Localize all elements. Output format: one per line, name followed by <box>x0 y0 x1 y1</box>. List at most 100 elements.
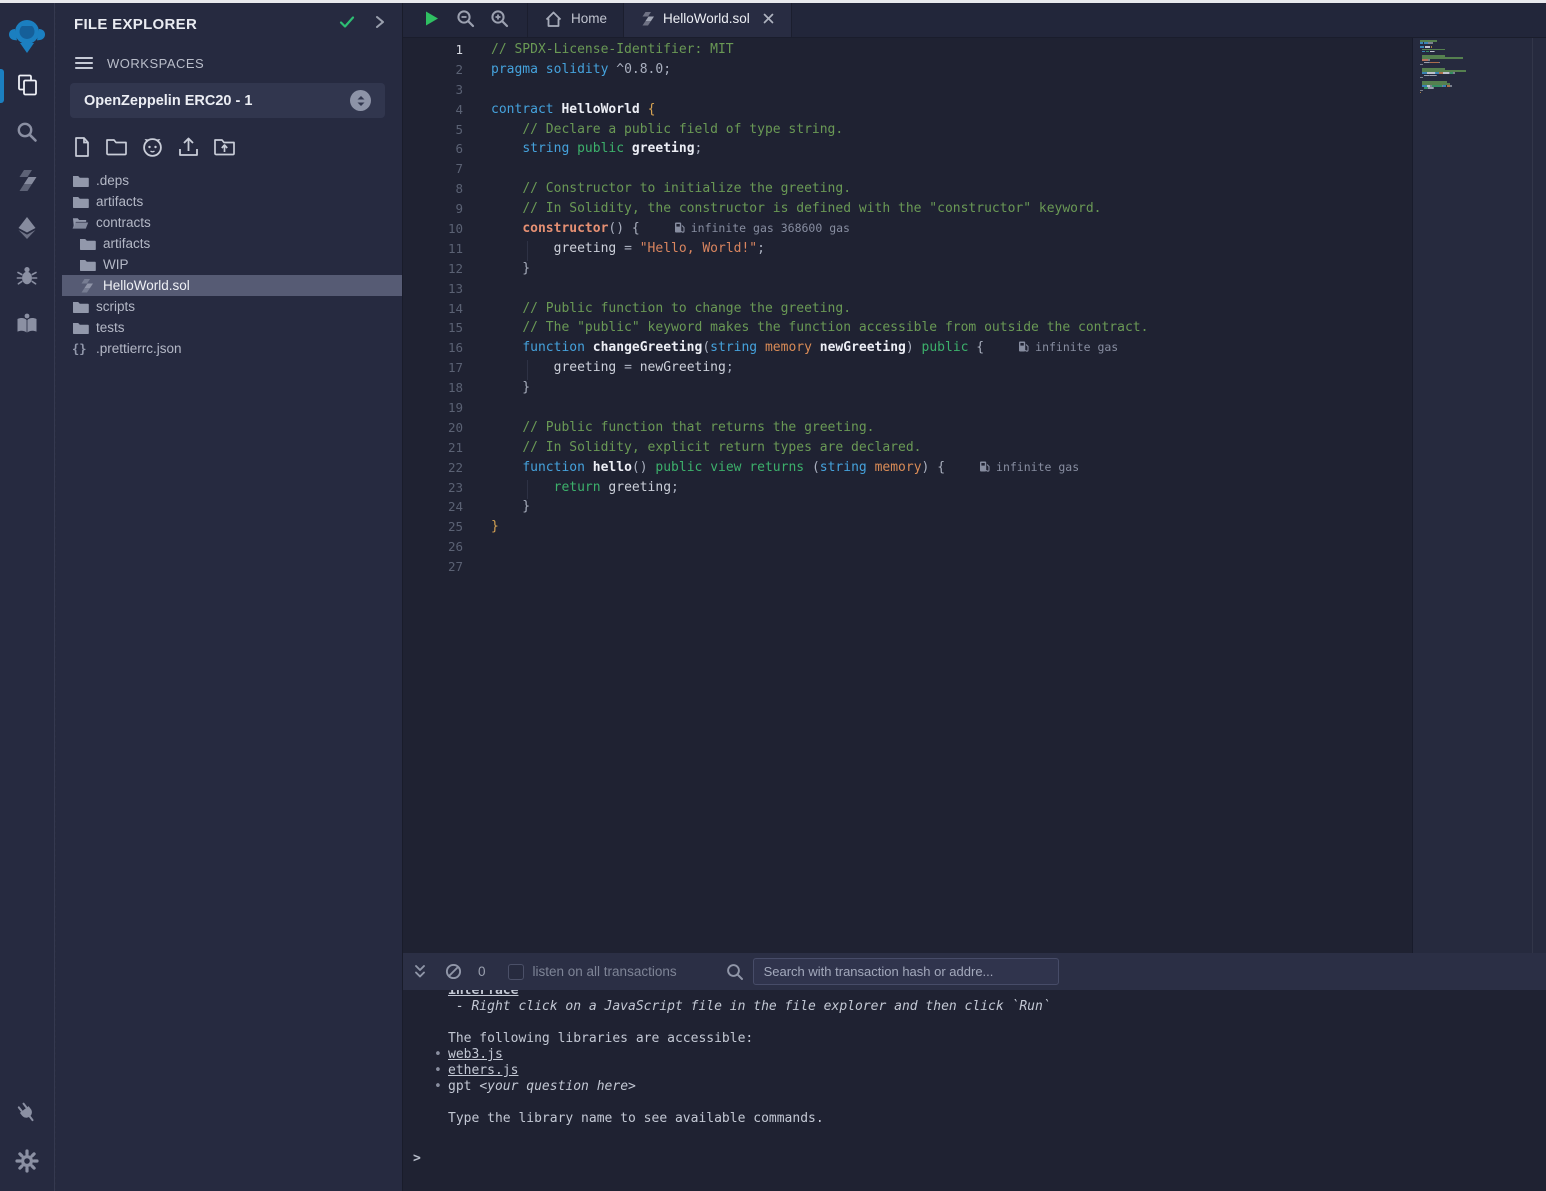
tree-item-label: WIP <box>103 257 129 272</box>
clear-console-icon[interactable] <box>445 963 462 980</box>
code-line-10: 10 constructor() { infinite gas 368600 g… <box>403 221 1412 241</box>
line-number: 7 <box>403 161 463 181</box>
tab-HelloWorld.sol[interactable]: HelloWorld.sol <box>624 0 792 37</box>
workspaces-row: WORKSPACES <box>56 35 402 71</box>
terminal-line-9: Type the library name to see available c… <box>448 1111 1546 1127</box>
transaction-search-input[interactable] <box>753 958 1059 985</box>
line-number: 1 <box>403 42 463 62</box>
activity-bar-item-solidity-compiler[interactable] <box>0 158 54 206</box>
line-number: 6 <box>403 141 463 161</box>
home-icon <box>544 10 563 28</box>
new-file-icon[interactable] <box>72 136 92 158</box>
folder-icon <box>79 258 96 272</box>
remix-ide-window: FILE EXPLORER WORKSPACES OpenZeppelin ER… <box>0 0 1546 1191</box>
line-number: 25 <box>403 519 463 539</box>
editor-body: 1// SPDX-License-Identifier: MIT2pragma … <box>403 38 1546 953</box>
code-line-25: 25} <box>403 519 1412 539</box>
code-editor[interactable]: 1// SPDX-License-Identifier: MIT2pragma … <box>403 38 1412 953</box>
tree-item-.prettierrc.json[interactable]: {}.prettierrc.json <box>62 338 402 359</box>
code-line-27: 27 <box>403 559 1412 579</box>
activity-bar-item-debugger[interactable] <box>0 254 54 302</box>
hamburger-menu-icon[interactable] <box>74 55 94 71</box>
terminal-line-2: - Right click on a JavaScript file in th… <box>448 999 1546 1015</box>
code-line-16: 16 function changeGreeting(string memory… <box>403 340 1412 360</box>
search-icon <box>726 963 744 981</box>
terminal-link[interactable]: ethers.js <box>448 1063 518 1078</box>
folder-icon <box>72 321 89 335</box>
play-button[interactable] <box>422 9 441 28</box>
line-number: 9 <box>403 201 463 221</box>
tree-item-label: scripts <box>96 299 135 314</box>
new-folder-icon[interactable] <box>105 137 128 157</box>
learneth-icon <box>15 312 39 341</box>
workspace-sort-button[interactable] <box>350 90 371 111</box>
line-number: 8 <box>403 181 463 201</box>
tree-item-artifacts[interactable]: artifacts <box>62 191 402 212</box>
tab-label: HelloWorld.sol <box>663 11 750 26</box>
close-tab-icon[interactable] <box>762 12 775 25</box>
fuel-icon <box>1018 340 1035 354</box>
zoom-in-button[interactable] <box>490 9 509 28</box>
workspaces-label: WORKSPACES <box>107 56 204 71</box>
code-line-20: 20 // Public function that returns the g… <box>403 420 1412 440</box>
tab-label: Home <box>571 11 607 26</box>
zoom-out-button[interactable] <box>456 9 475 28</box>
editor-region: Home HelloWorld.sol 1// SPDX-License-Ide… <box>403 0 1546 1191</box>
collapse-terminal-icon[interactable] <box>412 963 428 980</box>
line-number: 2 <box>403 62 463 82</box>
activity-bar-item-settings[interactable] <box>0 1139 54 1187</box>
code-line-17: 17 greeting = newGreeting; <box>403 360 1412 380</box>
terminal-link[interactable]: web3.js <box>448 1047 503 1062</box>
chevron-right-icon[interactable] <box>374 14 386 35</box>
tree-item-scripts[interactable]: scripts <box>62 296 402 317</box>
bullet: • <box>434 1079 442 1095</box>
line-number: 5 <box>403 122 463 142</box>
minimap[interactable] <box>1420 40 1520 98</box>
code-line-1: 1// SPDX-License-Identifier: MIT <box>403 42 1412 62</box>
upload-file-icon[interactable] <box>177 136 200 158</box>
activity-bar-item-search[interactable] <box>0 110 54 158</box>
line-number: 20 <box>403 420 463 440</box>
line-number: 26 <box>403 539 463 559</box>
tree-item-artifacts[interactable]: artifacts <box>62 233 402 254</box>
code-line-9: 9 // In Solidity, the constructor is def… <box>403 201 1412 221</box>
activity-bar-item-plugin-manager[interactable] <box>0 1091 54 1139</box>
check-icon <box>338 14 356 35</box>
github-clone-icon[interactable] <box>141 136 164 158</box>
code-line-18: 18 } <box>403 380 1412 400</box>
tab-Home[interactable]: Home <box>527 0 624 37</box>
activity-bar-item-deploy-and-run[interactable] <box>0 206 54 254</box>
terminal-prompt[interactable]: > <box>413 1151 1546 1167</box>
tree-item-contracts[interactable]: contracts <box>62 212 402 233</box>
workspace-select[interactable]: OpenZeppelin ERC20 - 1 <box>70 83 385 118</box>
code-line-5: 5 // Declare a public field of type stri… <box>403 122 1412 142</box>
solidity-file-icon <box>79 278 96 293</box>
bullet: • <box>434 1063 442 1079</box>
folder-icon <box>79 237 96 251</box>
code-line-23: 23 return greeting; <box>403 480 1412 500</box>
tree-item-WIP[interactable]: WIP <box>62 254 402 275</box>
activity-bar-item-file-explorer[interactable] <box>0 62 54 110</box>
line-number: 18 <box>403 380 463 400</box>
code-line-11: 11 greeting = "Hello, World!"; <box>403 241 1412 261</box>
gas-estimate-annotation: infinite gas <box>979 460 1079 474</box>
terminal-output[interactable]: interface - Right click on a JavaScript … <box>403 990 1546 1191</box>
tree-item-label: .deps <box>96 173 129 188</box>
upload-folder-icon[interactable] <box>213 137 236 157</box>
terminal-line-7: •gpt <your question here> <box>448 1079 1546 1095</box>
line-number: 3 <box>403 82 463 102</box>
line-number: 24 <box>403 499 463 519</box>
tree-item-tests[interactable]: tests <box>62 317 402 338</box>
editor-minimap-strip[interactable] <box>1412 38 1546 953</box>
terminal-link[interactable]: interface <box>448 990 518 998</box>
remix-logo[interactable] <box>0 0 54 62</box>
tree-item-HelloWorld.sol[interactable]: HelloWorld.sol <box>62 275 402 296</box>
line-number: 14 <box>403 301 463 321</box>
tree-item-.deps[interactable]: .deps <box>62 170 402 191</box>
code-line-22: 22 function hello() public view returns … <box>403 460 1412 480</box>
deploy-and-run-icon <box>15 216 39 245</box>
tree-item-label: tests <box>96 320 125 335</box>
activity-bar-item-learneth[interactable] <box>0 302 54 350</box>
terminal-line-3 <box>448 1015 1546 1031</box>
listen-transactions-checkbox[interactable] <box>508 964 524 980</box>
